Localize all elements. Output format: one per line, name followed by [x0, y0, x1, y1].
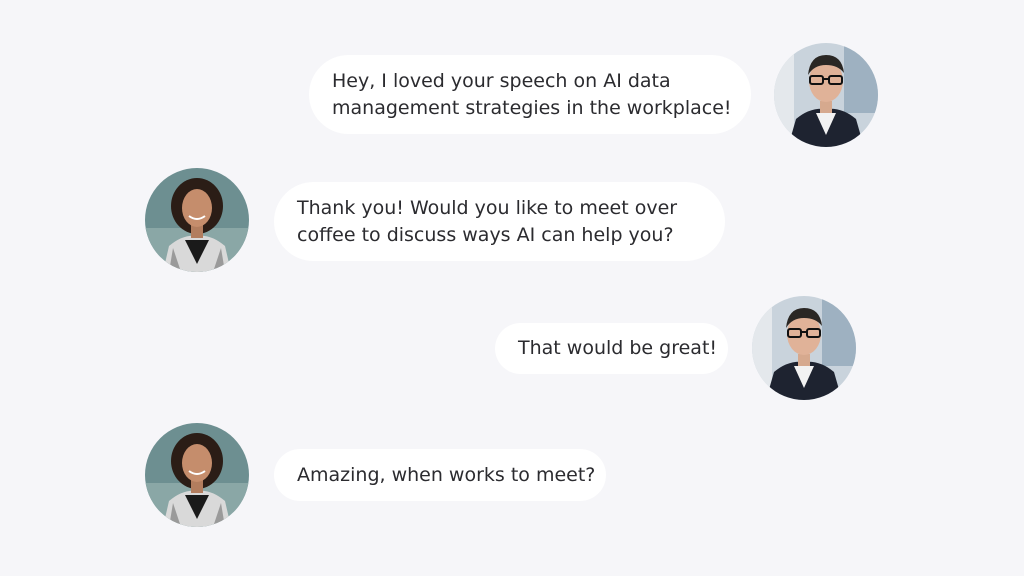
woman-avatar-icon	[145, 168, 249, 272]
message-text-2: Thank you! Would you like to meet over c…	[297, 195, 677, 249]
man-avatar-icon	[752, 296, 856, 400]
woman-avatar	[145, 423, 249, 527]
man-avatar	[774, 43, 878, 147]
message-bubble-4: Amazing, when works to meet?	[274, 449, 606, 501]
message-line: That would be great!	[518, 337, 718, 359]
man-avatar	[752, 296, 856, 400]
message-bubble-1: Hey, I loved your speech on AI data mana…	[309, 55, 751, 134]
message-line: Amazing, when works to meet?	[297, 463, 596, 486]
message-line: Thank you! Would you like to meet over	[297, 196, 678, 219]
message-line: Hey, I loved your speech on AI data	[332, 69, 671, 92]
man-avatar-icon	[774, 43, 878, 147]
message-text-4: Amazing, when works to meet?	[297, 462, 595, 489]
woman-avatar	[145, 168, 249, 272]
message-line: management strategies in the workplace!	[332, 96, 732, 119]
message-bubble-2: Thank you! Would you like to meet over c…	[274, 182, 725, 261]
woman-avatar-icon	[145, 423, 249, 527]
message-text-1: Hey, I loved your speech on AI data mana…	[332, 68, 732, 122]
message-line: coffee to discuss ways AI can help you?	[297, 223, 674, 246]
message-text-3: That would be great!	[518, 335, 717, 362]
message-bubble-3: That would be great!	[495, 323, 728, 374]
